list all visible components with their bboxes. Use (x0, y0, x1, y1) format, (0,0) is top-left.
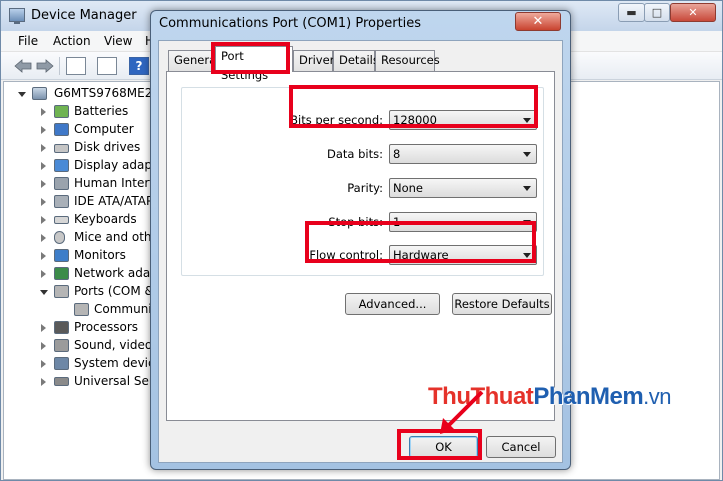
port-icon (54, 285, 69, 298)
expand-icon[interactable] (41, 180, 46, 188)
tree-item-label: Disk drives (74, 140, 141, 154)
expand-icon[interactable] (41, 216, 46, 224)
data-bits-label: Data bits: (327, 147, 383, 161)
ide-icon (54, 195, 69, 208)
chevron-down-icon (523, 118, 531, 123)
help-icon[interactable]: ? (129, 57, 149, 75)
bits-per-second-label: Bits per second: (290, 113, 383, 127)
tree-item-label: Monitors (74, 248, 126, 262)
flow-control-label: Flow control: (309, 248, 383, 262)
tree-item-label: Ports (COM & (74, 284, 154, 298)
data-bits-select[interactable]: 8 (389, 144, 537, 164)
watermark-logo: ThuThuatPhanMem.vn (428, 383, 672, 411)
watermark-part-3: .vn (643, 384, 672, 409)
device-manager-title: Device Manager (31, 8, 137, 23)
processor-icon (54, 321, 69, 334)
menu-view[interactable]: View (104, 34, 132, 48)
tree-item-label: IDE ATA/ATAP (74, 194, 154, 208)
tree-item-label: Processors (74, 320, 139, 334)
stop-bits-label: Stop bits: (328, 215, 383, 229)
flow-control-select[interactable]: Hardware (389, 245, 537, 265)
device-manager-icon (9, 8, 25, 24)
parity-value: None (393, 181, 424, 195)
disk-icon (54, 144, 69, 153)
tree-root-label: G6MTS9768ME2IU (54, 86, 165, 100)
expand-icon[interactable] (41, 198, 46, 206)
parity-label: Parity: (347, 181, 383, 195)
close-button[interactable]: ✕ (670, 3, 716, 22)
port-settings-panel: Bits per second: 128000 Data bits: 8 Par… (166, 71, 555, 421)
bits-per-second-value: 128000 (393, 113, 437, 127)
chevron-down-icon (523, 253, 531, 258)
network-icon (54, 267, 69, 280)
expand-icon[interactable] (41, 252, 46, 260)
display-icon (54, 159, 69, 172)
expand-icon[interactable] (41, 342, 46, 350)
restore-defaults-button[interactable]: Restore Defaults (452, 293, 552, 315)
maximize-button[interactable]: □ (644, 3, 670, 22)
monitor-icon (54, 249, 69, 262)
expand-icon[interactable] (41, 234, 46, 242)
forward-arrow-icon[interactable] (35, 57, 55, 75)
mouse-icon (54, 231, 65, 244)
minimize-button[interactable]: ▬ (618, 3, 645, 22)
expand-icon[interactable] (41, 324, 46, 332)
update-driver-icon[interactable] (97, 57, 117, 75)
flow-control-value: Hardware (393, 248, 449, 262)
tree-item-label: Keyboards (74, 212, 137, 226)
data-bits-value: 8 (393, 147, 401, 161)
advanced-button[interactable]: Advanced... (345, 293, 440, 315)
tab-resources[interactable]: Resources (375, 50, 440, 71)
bits-per-second-select[interactable]: 128000 (389, 110, 537, 130)
tab-details[interactable]: Details (333, 50, 379, 71)
tree-item-label: Communic (94, 302, 159, 316)
tab-port-settings[interactable]: Port Settings (215, 46, 293, 82)
expand-icon[interactable] (41, 378, 46, 386)
usb-icon (54, 377, 69, 386)
expand-icon[interactable] (41, 162, 46, 170)
chevron-down-icon (523, 186, 531, 191)
port-icon (74, 303, 89, 316)
tree-item-label: Human Interfa (74, 176, 161, 190)
collapse-icon[interactable] (40, 290, 48, 295)
watermark-part-1: ThuThuat (428, 383, 534, 410)
dialog-close-button[interactable]: ✕ (515, 12, 561, 31)
computer-icon (32, 87, 47, 100)
keyboard-icon (54, 216, 69, 224)
parity-select[interactable]: None (389, 178, 537, 198)
expand-icon[interactable] (41, 270, 46, 278)
expand-icon[interactable] (41, 360, 46, 368)
battery-icon (54, 105, 69, 118)
stop-bits-select[interactable]: 1 (389, 212, 537, 232)
tab-general[interactable]: General (168, 50, 219, 71)
toolbar-separator (59, 57, 60, 75)
chevron-down-icon (523, 152, 531, 157)
back-arrow-icon[interactable] (13, 57, 33, 75)
dialog-title: Communications Port (COM1) Properties (159, 16, 422, 31)
tab-driver[interactable]: Driver (293, 50, 334, 71)
tree-item-label: Computer (74, 122, 134, 136)
computer-icon (54, 123, 69, 136)
menu-file[interactable]: File (18, 34, 38, 48)
tree-item-label: Batteries (74, 104, 129, 118)
expand-icon[interactable] (41, 126, 46, 134)
properties-icon[interactable] (66, 57, 86, 75)
system-icon (54, 357, 69, 370)
collapse-icon[interactable] (18, 92, 26, 97)
sound-icon (54, 339, 69, 352)
expand-icon[interactable] (41, 108, 46, 116)
expand-icon[interactable] (41, 144, 46, 152)
chevron-down-icon (523, 220, 531, 225)
stop-bits-value: 1 (393, 215, 401, 229)
cancel-button[interactable]: Cancel (486, 436, 556, 458)
hid-icon (54, 177, 69, 190)
watermark-part-2: PhanMem (533, 383, 644, 410)
ok-button[interactable]: OK (409, 436, 478, 458)
menu-action[interactable]: Action (53, 34, 91, 48)
